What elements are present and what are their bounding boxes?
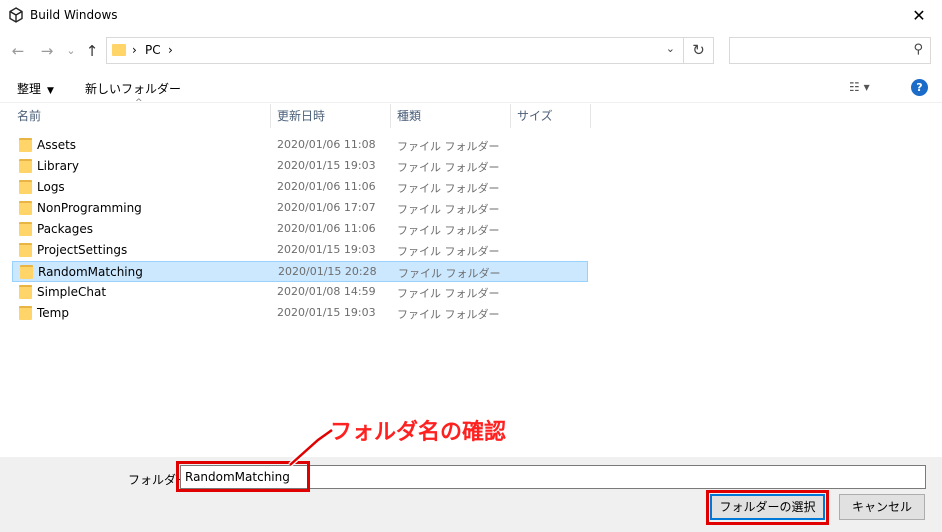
- annotation-callout-line: [288, 427, 334, 467]
- annotation-text: フォルダ名の確認: [330, 420, 507, 445]
